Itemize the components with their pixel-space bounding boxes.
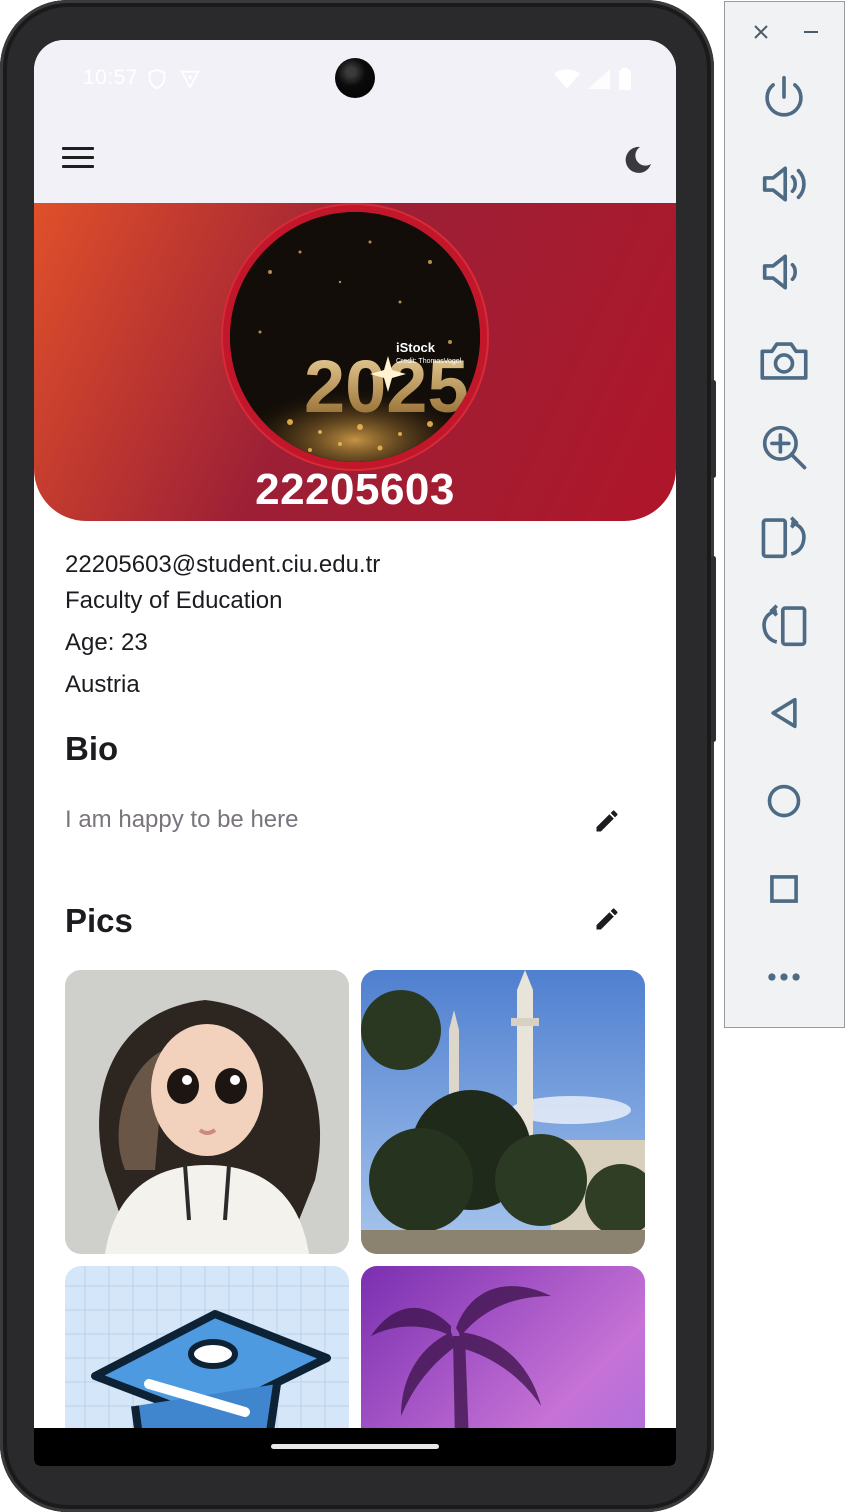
signal-icon — [588, 69, 610, 89]
profile-header-banner: 2025 iStock Credit: ThomasVogel 22205603 — [34, 203, 676, 521]
istock-credit: Credit: ThomasVogel — [396, 358, 462, 365]
bio-heading: Bio — [65, 730, 119, 767]
profile-username: 22205603 — [255, 465, 455, 514]
more-icon[interactable] — [755, 948, 813, 1006]
pic-minaret-mosque-image[interactable] — [361, 970, 645, 1254]
volume-side-button — [711, 556, 716, 742]
close-icon[interactable] — [749, 20, 773, 44]
rotate-left-icon[interactable] — [755, 508, 813, 566]
profile-age: Age: 23 — [65, 629, 148, 656]
profile-faculty: Faculty of Education — [65, 587, 283, 614]
rotate-right-icon[interactable] — [755, 596, 813, 654]
vpn-shield-icon — [148, 68, 166, 90]
app-bar: 10:57 — [34, 40, 676, 203]
dark-mode-moon-icon[interactable] — [622, 144, 654, 176]
zoom-in-icon[interactable] — [755, 418, 813, 476]
bio-text: I am happy to be here — [65, 806, 299, 833]
phone-device-frame: 10:57 2025 iStock Credit: ThomasVogel 22… — [0, 0, 716, 1512]
profile-country: Austria — [65, 671, 140, 698]
app-screen: 10:57 2025 iStock Credit: ThomasVogel 22… — [34, 40, 676, 1466]
status-time: 10:57 — [83, 66, 139, 89]
avatar-2025-image: 2025 iStock Credit: ThomasVogel — [230, 212, 480, 462]
home-icon[interactable] — [755, 772, 813, 830]
menu-hamburger-icon[interactable] — [62, 147, 94, 173]
emulator-toolbar — [724, 1, 845, 1028]
profile-email: 22205603@student.ciu.edu.tr — [65, 551, 381, 578]
avatar-ring: 2025 iStock Credit: ThomasVogel — [221, 203, 489, 471]
overview-icon[interactable] — [755, 860, 813, 918]
minimize-icon[interactable] — [799, 20, 823, 44]
camera-icon[interactable] — [755, 332, 813, 390]
wifi-icon — [554, 69, 580, 89]
edit-pics-pencil-icon[interactable] — [593, 905, 621, 933]
battery-icon — [619, 68, 631, 90]
back-icon[interactable] — [755, 684, 813, 742]
istock-watermark: iStock — [396, 340, 436, 355]
pics-heading: Pics — [65, 902, 133, 939]
edit-bio-pencil-icon[interactable] — [593, 807, 621, 835]
shield-check-icon — [180, 70, 200, 90]
gesture-nav-bar — [34, 1428, 676, 1466]
home-gesture-handle[interactable] — [271, 1444, 439, 1449]
volume-up-icon[interactable] — [755, 155, 813, 213]
pic-cartoon-girl-image[interactable] — [65, 970, 349, 1254]
power-side-button — [711, 380, 716, 478]
front-camera — [335, 58, 375, 98]
power-icon[interactable] — [755, 68, 813, 126]
avatar[interactable]: 2025 iStock Credit: ThomasVogel — [230, 212, 480, 462]
volume-down-icon[interactable] — [755, 243, 813, 301]
